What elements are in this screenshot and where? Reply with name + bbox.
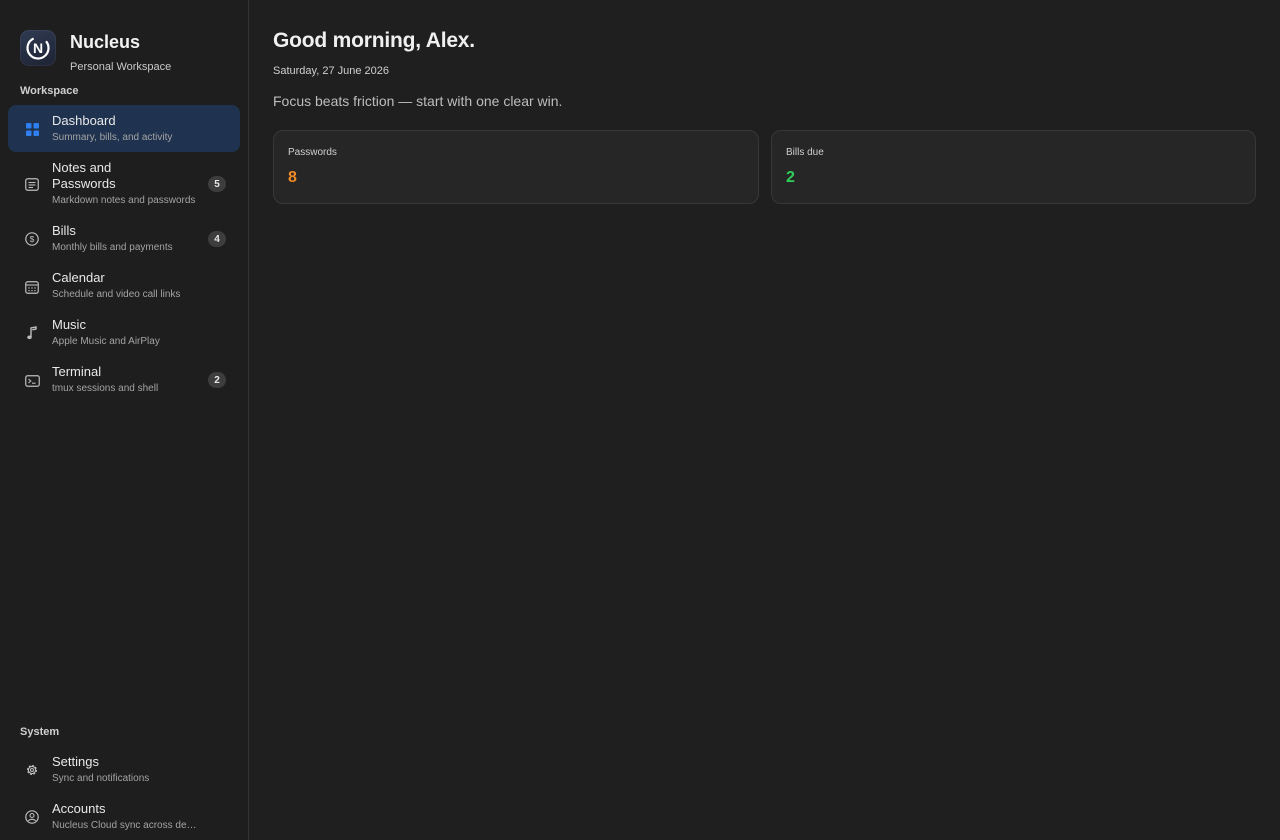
terminal-icon bbox=[24, 373, 40, 389]
sidebar-item-notes-passwords[interactable]: Notes and Passwords Markdown notes and p… bbox=[8, 156, 240, 211]
sidebar-item-label: Terminal bbox=[52, 364, 102, 379]
sidebar-item-label: Settings bbox=[52, 754, 99, 769]
card-label: Passwords bbox=[288, 147, 337, 158]
sidebar-item-description: Sync and notifications bbox=[52, 773, 150, 784]
bills-due-card[interactable]: Bills due 2 bbox=[771, 130, 1256, 204]
app-window: N Nucleus Personal Workspace Workspace D… bbox=[0, 0, 1280, 840]
sidebar-item-description: Schedule and video call links bbox=[52, 289, 181, 300]
sidebar-item-terminal[interactable]: Terminal tmux sessions and shell 2 bbox=[8, 360, 240, 399]
sidebar-item-description: Markdown notes and passwords bbox=[52, 195, 196, 206]
sidebar: N Nucleus Personal Workspace Workspace D… bbox=[0, 0, 249, 840]
count-badge: 5 bbox=[208, 176, 226, 192]
brand: N Nucleus Personal Workspace bbox=[20, 30, 171, 73]
sidebar-item-description: tmux sessions and shell bbox=[52, 383, 159, 394]
sidebar-item-description: Apple Music and AirPlay bbox=[52, 336, 160, 347]
app-subtitle: Personal Workspace bbox=[70, 61, 172, 73]
gear-icon bbox=[24, 762, 40, 778]
sidebar-item-description: Summary, bills, and activity bbox=[52, 132, 173, 143]
accounts-icon bbox=[24, 809, 40, 825]
note-icon bbox=[24, 176, 40, 192]
passwords-card[interactable]: Passwords 8 bbox=[273, 130, 759, 204]
main-content: Good morning, Alex. Saturday, 27 June 20… bbox=[249, 0, 1280, 840]
card-label: Bills due bbox=[786, 147, 824, 158]
calendar-icon bbox=[24, 279, 40, 295]
system-section-label: System bbox=[20, 726, 60, 738]
sidebar-item-label: Accounts bbox=[52, 801, 106, 816]
sidebar-item-label: Notes and Passwords bbox=[52, 160, 116, 191]
sidebar-item-label: Calendar bbox=[52, 270, 105, 285]
card-value: 8 bbox=[288, 169, 297, 186]
app-title: Nucleus bbox=[70, 32, 141, 52]
sidebar-item-label: Bills bbox=[52, 223, 76, 238]
count-badge: 4 bbox=[208, 231, 226, 247]
sidebar-item-label: Music bbox=[52, 317, 86, 332]
grid-icon bbox=[24, 121, 40, 137]
sidebar-item-music[interactable]: Music Apple Music and AirPlay bbox=[8, 313, 240, 352]
dollar-icon: $ bbox=[24, 231, 40, 247]
greeting-heading: Good morning, Alex. bbox=[273, 29, 475, 52]
count-badge: 2 bbox=[208, 372, 226, 388]
music-note-icon bbox=[24, 325, 40, 341]
sidebar-item-bills[interactable]: $ Bills Monthly bills and payments 4 bbox=[8, 219, 240, 258]
nucleus-logo-icon: N bbox=[20, 30, 56, 66]
card-value: 2 bbox=[786, 169, 795, 186]
current-date: Saturday, 27 June 2026 bbox=[273, 65, 389, 77]
sidebar-item-description: Nucleus Cloud sync across devices bbox=[52, 820, 200, 831]
sidebar-item-calendar[interactable]: Calendar Schedule and video call links bbox=[8, 266, 240, 305]
workspace-section-label: Workspace bbox=[20, 85, 79, 97]
sidebar-item-settings[interactable]: Settings Sync and notifications bbox=[8, 750, 240, 789]
sidebar-item-description: Monthly bills and payments bbox=[52, 242, 173, 253]
sidebar-item-accounts[interactable]: Accounts Nucleus Cloud sync across devic… bbox=[8, 797, 240, 836]
tagline: Focus beats friction — start with one cl… bbox=[273, 93, 563, 109]
sidebar-item-label: Dashboard bbox=[52, 113, 116, 128]
svg-text:$: $ bbox=[30, 234, 35, 244]
sidebar-item-dashboard[interactable]: Dashboard Summary, bills, and activity bbox=[8, 105, 240, 152]
svg-text:N: N bbox=[33, 40, 43, 56]
